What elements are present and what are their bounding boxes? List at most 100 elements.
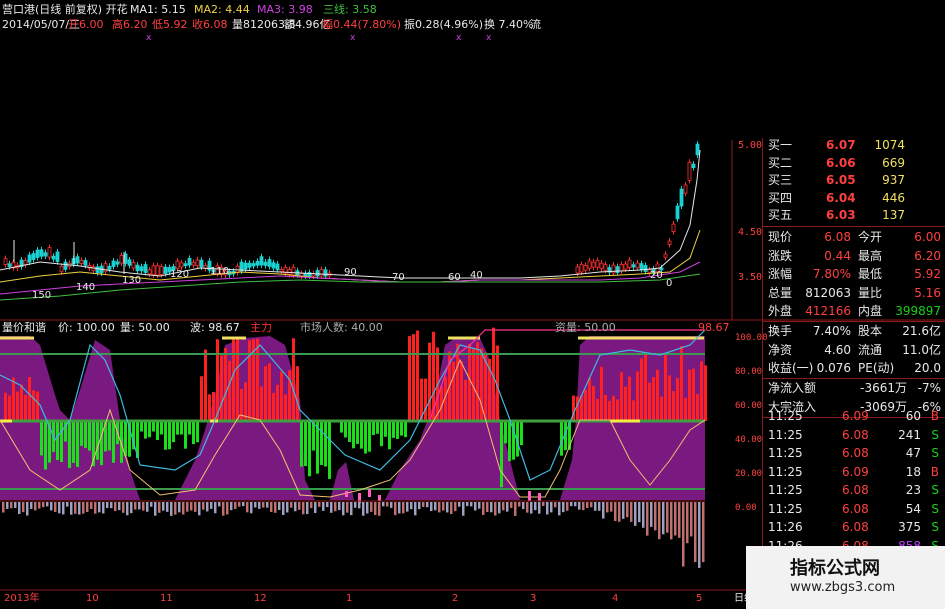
indicator-bar-up (232, 339, 235, 421)
candle (159, 266, 164, 275)
indicator-bar-down (112, 421, 115, 463)
candle (135, 264, 140, 272)
price-mark: 40 (470, 270, 483, 281)
volume-bar (490, 502, 493, 513)
candle (107, 265, 112, 270)
volume-bar (446, 502, 449, 513)
quote-row: 涨跌 0.44 最高 6.20 (762, 247, 945, 266)
volume-bar (226, 502, 229, 515)
volume-bar (66, 502, 69, 507)
indicator-wave: 波: 98.67 (190, 321, 240, 334)
indicator-bar-up (240, 389, 243, 421)
indicator-bar-up (260, 386, 263, 421)
indicator-bar-down (40, 421, 43, 456)
volume-bar (194, 502, 197, 512)
order-price: 6.07 (826, 138, 856, 152)
volume-bar (394, 502, 397, 516)
indicator-bar-up (24, 394, 27, 421)
price-mark: 20 (650, 270, 663, 281)
indicator-right-value: 98.67 (698, 321, 730, 334)
quote-label: 量比 (858, 285, 883, 300)
tick-side: S (931, 446, 939, 460)
tick-time: 11:25 (768, 464, 803, 479)
indicator-bar-up (208, 394, 211, 421)
volume-bar (546, 502, 549, 515)
order-volume: 1074 (874, 138, 905, 152)
price-mark: 90 (344, 267, 357, 278)
indicator-mid-text: 市场人数: 40.00 (300, 321, 383, 334)
indicator-bar-down (504, 421, 507, 444)
indicator-bar-up (612, 395, 615, 421)
indicator-bar-up (284, 394, 287, 421)
indicator-bar-up (584, 389, 587, 421)
tick-volume: 18 (905, 464, 921, 479)
candle (115, 261, 120, 265)
tick-price: 6.08 (842, 483, 869, 497)
indicator-bar-down (176, 421, 179, 435)
candle (243, 262, 248, 270)
indicator-bar-up (256, 338, 259, 421)
volume-bar (426, 502, 429, 508)
indicator-right-vol: 资量: 50.00 (555, 321, 616, 334)
quote-value: 6.20 (914, 248, 941, 263)
volume-bar (622, 502, 625, 519)
indicator-bar-down (328, 421, 331, 479)
indicator-bar-down (68, 421, 71, 468)
volume-bar (526, 502, 529, 513)
indicator-bar-up (700, 361, 703, 421)
indicator-bar-up (460, 361, 463, 421)
indicator-bar-down (144, 421, 147, 439)
price-mark: 140 (76, 282, 95, 293)
indicator-bar-up (212, 391, 215, 421)
candle (291, 266, 296, 276)
volume-bar (642, 502, 645, 528)
indicator-axis-label: 60.00 (735, 401, 762, 411)
volume-bar (406, 502, 409, 512)
indicator-bar-down (404, 421, 407, 438)
indicator-bar-up (616, 399, 619, 421)
volume-bar (30, 502, 33, 509)
candle (31, 253, 36, 260)
tick-time: 11:26 (768, 520, 803, 534)
quote-value: 399897 (895, 304, 941, 318)
candle (155, 265, 160, 276)
indicator-bar-up (652, 377, 655, 421)
indicator-bar-up (704, 365, 707, 421)
order-price: 6.03 (826, 208, 856, 222)
volume-bar (454, 502, 457, 512)
pink-bar (538, 493, 541, 501)
volume-bar (70, 502, 73, 515)
volume-bar (94, 502, 97, 514)
volume-bar (470, 502, 473, 507)
tick-side: S (931, 501, 939, 516)
tick-side: B (930, 464, 939, 479)
volume-bar (558, 502, 561, 516)
volume-bar (162, 502, 165, 511)
volume-bar (530, 502, 533, 514)
indicator-price: 价: 100.00 (58, 321, 115, 334)
indicator-bar-up (216, 339, 219, 421)
indicator-bar-down (344, 421, 347, 438)
indicator-bar-down (152, 421, 155, 432)
pink-bar (378, 495, 381, 501)
volume-bar (202, 502, 205, 510)
volume-bar (518, 502, 521, 507)
volume-bar (378, 502, 381, 516)
volume-bar (590, 502, 593, 508)
pink-bar (368, 489, 371, 497)
quote-row: 外盘 412166 内盘 399897 (762, 302, 945, 321)
candle (191, 261, 196, 266)
indicator-bar-down (312, 421, 315, 451)
indicator-name[interactable]: 量价和谐 (2, 321, 46, 334)
quote-value: 4.60 (824, 342, 851, 357)
candle (679, 188, 684, 207)
volume-bar (386, 502, 389, 507)
volume-bar (690, 502, 693, 537)
quote-label: 流通 (858, 342, 883, 357)
volume-bar (682, 502, 685, 567)
order-book-row: 买四 6.04 446 (762, 189, 945, 208)
order-book-row: 买二 6.06 669 (762, 154, 945, 173)
volume-bar (150, 502, 153, 507)
volume-bar (258, 502, 261, 509)
volume-bar (246, 502, 249, 513)
